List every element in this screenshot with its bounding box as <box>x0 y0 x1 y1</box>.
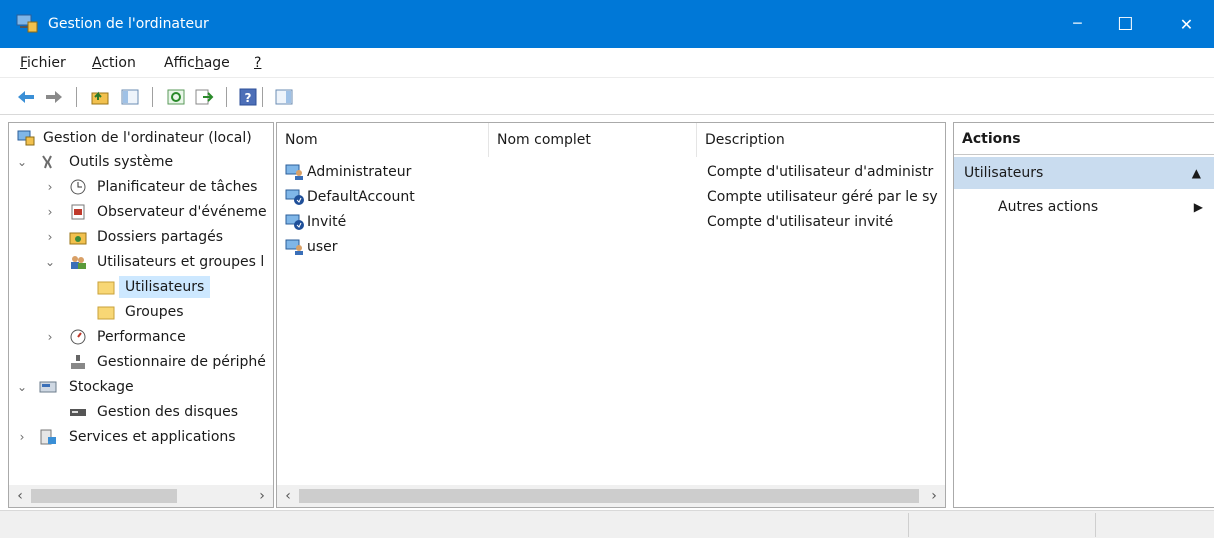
disabled-user-icon <box>285 189 304 205</box>
refresh-button[interactable] <box>164 85 188 109</box>
export-list-button[interactable] <box>192 85 216 109</box>
collapse-icon[interactable]: ▲ <box>1192 157 1201 189</box>
user-icon <box>285 164 303 180</box>
table-row[interactable]: Invité Compte d'utilisateur invité <box>277 210 945 234</box>
performance-icon <box>70 329 86 345</box>
column-header-nom-complet[interactable]: Nom complet <box>489 123 697 157</box>
chevron-down-icon[interactable]: ⌄ <box>43 251 57 273</box>
svg-text:?: ? <box>245 91 252 105</box>
chevron-right-icon[interactable]: › <box>43 201 57 223</box>
scroll-left-icon[interactable]: ‹ <box>11 485 29 507</box>
storage-icon <box>39 381 57 393</box>
status-divider <box>908 513 909 537</box>
back-icon <box>18 91 34 103</box>
minimize-icon: ─ <box>1073 16 1082 32</box>
export-list-icon <box>195 89 214 105</box>
show-hide-action-pane-icon <box>275 89 293 105</box>
folder-icon <box>97 306 115 320</box>
console-tree[interactable]: Gestion de l'ordinateur (local) ⌄ Outils… <box>8 122 274 508</box>
menu-bar: Fichier Action Affichage ? <box>0 48 1214 78</box>
chevron-right-icon[interactable]: › <box>43 326 57 348</box>
services-apps-icon <box>40 429 56 445</box>
status-divider <box>1095 513 1096 537</box>
forward-button[interactable] <box>42 85 66 109</box>
show-hide-action-pane-button[interactable] <box>272 85 296 109</box>
disabled-user-icon <box>285 214 304 230</box>
menu-fichier[interactable]: Fichier <box>20 55 66 71</box>
shared-folders-icon <box>69 232 87 245</box>
refresh-icon <box>167 89 185 105</box>
menu-affichage[interactable]: Affichage <box>164 55 230 71</box>
scroll-right-icon[interactable]: › <box>925 485 943 507</box>
device-manager-icon <box>71 355 85 369</box>
toolbar-separator <box>152 87 153 107</box>
maximize-icon: ☐ <box>1117 13 1134 35</box>
actions-section-label: Utilisateurs <box>964 165 1044 181</box>
show-hide-tree-icon <box>121 89 139 105</box>
scrollbar-thumb[interactable] <box>299 489 919 503</box>
scroll-left-icon[interactable]: ‹ <box>279 485 297 507</box>
scroll-right-icon[interactable]: › <box>253 485 271 507</box>
toolbar-separator <box>76 87 77 107</box>
column-header-description[interactable]: Description <box>697 123 945 157</box>
list-horizontal-scrollbar[interactable]: ‹ › <box>277 485 945 507</box>
table-row[interactable]: DefaultAccount Compte utilisateur géré p… <box>277 185 945 209</box>
forward-icon <box>46 91 62 103</box>
autres-actions-label: Autres actions <box>998 199 1099 215</box>
up-button[interactable] <box>88 85 112 109</box>
close-icon: ✕ <box>1179 14 1194 34</box>
computer-management-icon <box>17 130 35 146</box>
table-row[interactable]: Administrateur Compte d'utilisateur d'ad… <box>277 160 945 184</box>
title-bar: Gestion de l'ordinateur ─ ☐ ✕ <box>0 0 1214 48</box>
menu-help[interactable]: ? <box>254 55 261 71</box>
chevron-right-icon[interactable]: › <box>43 176 57 198</box>
toolbar-separator <box>262 87 263 107</box>
submenu-arrow-icon: ▶ <box>1193 200 1203 214</box>
system-tools-icon <box>42 155 52 169</box>
show-hide-tree-button[interactable] <box>118 85 142 109</box>
toolbar: ? <box>0 79 1214 115</box>
help-button[interactable]: ? <box>236 85 260 109</box>
menu-action[interactable]: Action <box>92 55 136 71</box>
actions-pane: Actions Utilisateurs ▲ Autres actions ▶ <box>953 122 1214 508</box>
chevron-down-icon[interactable]: ⌄ <box>15 151 29 173</box>
users-groups-icon <box>71 256 86 269</box>
status-bar <box>0 510 1214 538</box>
help-icon: ? <box>239 88 257 106</box>
task-scheduler-icon <box>70 179 86 195</box>
actions-title: Actions <box>954 123 1214 155</box>
close-button[interactable]: ✕ <box>1159 0 1214 48</box>
folder-icon <box>97 281 115 295</box>
disk-management-icon <box>70 409 86 416</box>
minimize-button[interactable]: ─ <box>1050 0 1105 48</box>
scrollbar-thumb[interactable] <box>31 489 177 503</box>
tree-horizontal-scrollbar[interactable]: ‹ › <box>9 485 273 507</box>
up-folder-icon <box>91 91 109 105</box>
table-row[interactable]: user <box>277 235 945 259</box>
chevron-right-icon[interactable]: › <box>43 226 57 248</box>
chevron-down-icon[interactable]: ⌄ <box>15 376 29 398</box>
column-header-nom[interactable]: Nom <box>277 123 489 157</box>
maximize-button[interactable]: ☐ <box>1098 0 1153 48</box>
back-button[interactable] <box>14 85 38 109</box>
user-icon <box>285 239 303 255</box>
actions-section-utilisateurs[interactable]: Utilisateurs ▲ <box>954 157 1214 189</box>
chevron-right-icon[interactable]: › <box>15 426 29 448</box>
window-title: Gestion de l'ordinateur <box>48 16 209 32</box>
user-list-pane[interactable]: Nom Nom complet Description Administrate… <box>276 122 946 508</box>
computer-management-icon <box>16 14 38 33</box>
event-viewer-icon <box>71 204 85 220</box>
toolbar-separator <box>226 87 227 107</box>
autres-actions-item[interactable]: Autres actions ▶ <box>998 195 1203 219</box>
